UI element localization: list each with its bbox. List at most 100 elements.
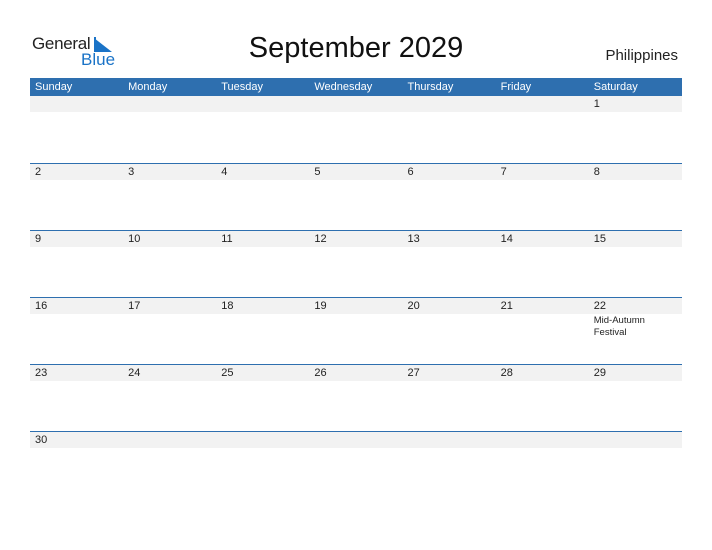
day-cell <box>309 432 402 448</box>
day-cell: 5 <box>309 164 402 180</box>
weekday-sunday: Sunday <box>35 81 73 93</box>
day-number: 4 <box>221 166 228 178</box>
day-number: 7 <box>500 166 507 178</box>
day-number: 20 <box>407 300 420 312</box>
day-number: 13 <box>407 233 420 245</box>
day-number: 2 <box>35 166 42 178</box>
day-cell: 24 <box>123 365 216 381</box>
day-cell: 25 <box>216 365 309 381</box>
day-number: 10 <box>128 233 141 245</box>
day-number: 3 <box>128 166 135 178</box>
day-number: 14 <box>500 233 513 245</box>
day-cell <box>309 96 402 112</box>
day-number <box>408 432 496 448</box>
day-number: 23 <box>35 367 48 379</box>
week-cells: 9 10 11 12 13 14 15 <box>30 231 682 247</box>
day-cell <box>496 432 589 448</box>
day-cell <box>216 96 309 112</box>
weekday-monday: Monday <box>128 81 168 93</box>
calendar-grid: Sunday Monday Tuesday Wednesday Thursday… <box>30 78 682 498</box>
day-cell: 15 <box>589 231 682 247</box>
week-row: 16 17 18 19 20 21 22 Mid-Autumn Festival <box>30 297 682 364</box>
day-number: 16 <box>35 300 48 312</box>
day-number: 25 <box>221 367 234 379</box>
day-cell: 6 <box>403 164 496 180</box>
day-number: 6 <box>407 166 414 178</box>
week-cells: 23 24 25 26 27 28 29 <box>30 365 682 381</box>
day-number <box>594 432 682 448</box>
day-cell: 28 <box>496 365 589 381</box>
day-cell: 9 <box>30 231 123 247</box>
day-cell: 19 <box>309 298 402 339</box>
weekday-saturday: Saturday <box>593 81 638 93</box>
day-number: 26 <box>314 367 327 379</box>
day-cell: 17 <box>123 298 216 339</box>
day-cell <box>30 96 123 112</box>
day-cell <box>403 432 496 448</box>
day-number <box>35 96 123 112</box>
day-number: 1 <box>593 98 600 110</box>
day-cell <box>123 432 216 448</box>
day-number: 17 <box>128 300 141 312</box>
day-number <box>221 432 309 448</box>
weekday-wednesday: Wednesday <box>314 81 373 93</box>
holiday-label: Mid-Autumn Festival <box>593 315 645 338</box>
day-number: 11 <box>221 233 233 245</box>
day-cell: 11 <box>216 231 309 247</box>
day-cell: 10 <box>123 231 216 247</box>
day-number: 22 <box>593 300 606 312</box>
week-cells: 2 3 4 5 6 7 8 <box>30 164 682 180</box>
day-cell: 8 <box>589 164 682 180</box>
day-number <box>501 96 589 112</box>
day-cell: 21 <box>496 298 589 339</box>
week-row: 9 10 11 12 13 14 15 <box>30 230 682 297</box>
day-cell: 16 <box>30 298 123 339</box>
week-row: 1 <box>30 96 682 163</box>
day-number: 21 <box>500 300 513 312</box>
weekday-tuesday: Tuesday <box>221 81 264 93</box>
day-cell <box>123 96 216 112</box>
day-cell: 26 <box>309 365 402 381</box>
day-cell: 7 <box>496 164 589 180</box>
week-row: 2 3 4 5 6 7 8 <box>30 163 682 230</box>
day-number <box>221 96 309 112</box>
day-number: 27 <box>407 367 420 379</box>
day-number: 8 <box>593 166 600 178</box>
day-number <box>128 432 216 448</box>
weekday-friday: Friday <box>500 81 532 93</box>
day-number <box>501 432 589 448</box>
day-cell: 4 <box>216 164 309 180</box>
day-number: 30 <box>35 434 48 446</box>
week-cells: 1 <box>30 96 682 112</box>
week-cells: 16 17 18 19 20 21 22 Mid-Autumn Festival <box>30 298 682 339</box>
day-cell: 23 <box>30 365 123 381</box>
day-number <box>128 96 216 112</box>
day-number <box>314 96 402 112</box>
week-row: 23 24 25 26 27 28 29 <box>30 364 682 431</box>
day-number: 9 <box>35 233 42 245</box>
week-cells: 30 <box>30 432 682 448</box>
day-cell <box>216 432 309 448</box>
day-number: 19 <box>314 300 327 312</box>
day-number: 24 <box>128 367 141 379</box>
country-label: Philippines <box>605 47 678 64</box>
day-number: 15 <box>593 233 606 245</box>
day-cell <box>496 96 589 112</box>
day-number: 29 <box>593 367 606 379</box>
day-cell: 18 <box>216 298 309 339</box>
day-cell: 22 Mid-Autumn Festival <box>589 298 682 339</box>
day-cell: 14 <box>496 231 589 247</box>
day-cell: 29 <box>589 365 682 381</box>
day-number: 18 <box>221 300 234 312</box>
day-number: 28 <box>500 367 513 379</box>
day-cell: 27 <box>403 365 496 381</box>
day-number <box>314 432 402 448</box>
day-cell <box>403 96 496 112</box>
day-cell: 13 <box>403 231 496 247</box>
day-cell <box>589 432 682 448</box>
day-number <box>408 96 496 112</box>
day-cell: 3 <box>123 164 216 180</box>
weekday-thursday: Thursday <box>407 81 454 93</box>
weeks-container: 1 2 3 4 5 6 7 8 9 10 11 12 13 14 15 16 17 18 19 20 21 22 Mid-A… <box>30 96 682 498</box>
week-row: 30 <box>30 431 682 498</box>
